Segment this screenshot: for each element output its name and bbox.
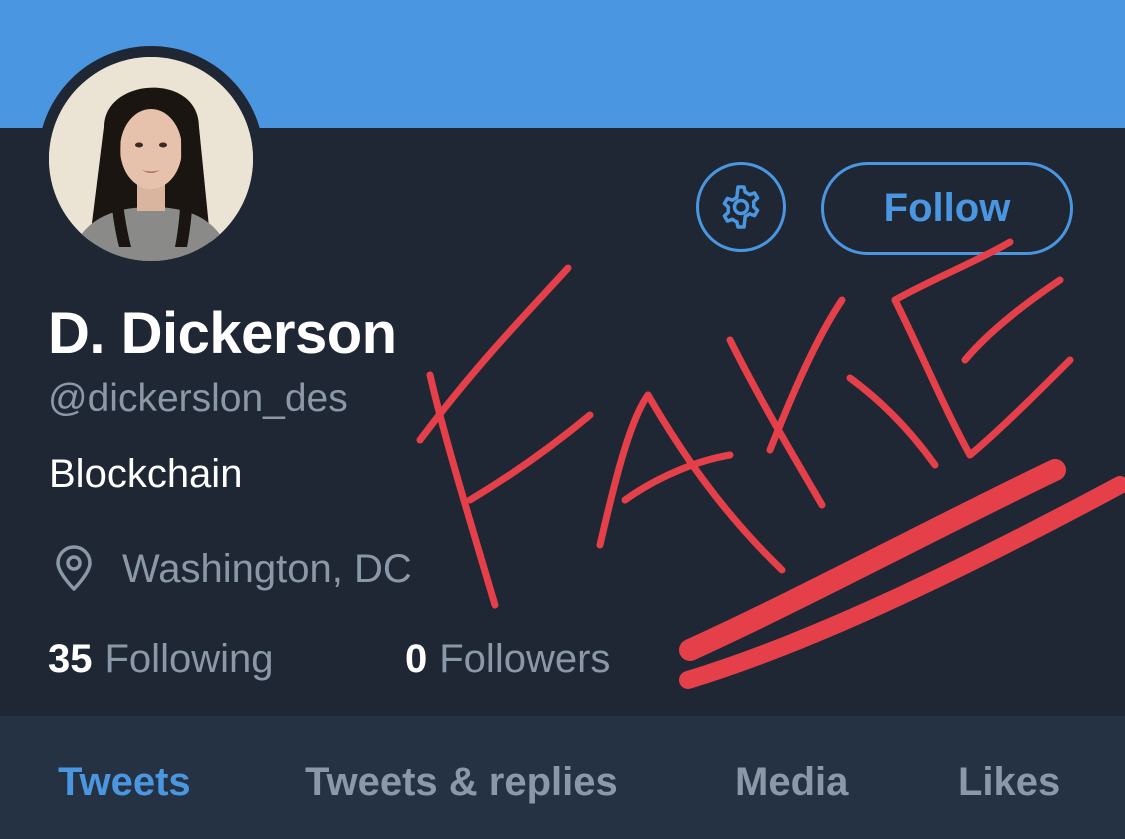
user-bio: Blockchain	[49, 452, 243, 496]
profile-screen: Follow D. Dickerson @dickerslon_des Bloc…	[0, 0, 1125, 839]
gear-icon	[722, 185, 760, 229]
avatar[interactable]	[49, 57, 253, 261]
followers-count: 0	[405, 637, 428, 681]
following-label: Following	[104, 637, 274, 681]
profile-tabs: Tweets Tweets & replies Media Likes	[0, 716, 1125, 839]
follow-button[interactable]: Follow	[821, 162, 1073, 255]
user-location: Washington, DC	[52, 545, 412, 593]
location-pin-icon	[56, 545, 92, 591]
following-stat[interactable]: 35 Following	[48, 637, 273, 682]
tab-media[interactable]: Media	[735, 760, 848, 805]
tab-tweets-replies[interactable]: Tweets & replies	[305, 760, 618, 805]
followers-label: Followers	[439, 637, 611, 681]
display-name: D. Dickerson	[48, 301, 397, 366]
settings-button[interactable]	[696, 162, 786, 252]
tab-likes[interactable]: Likes	[958, 760, 1060, 805]
avatar-photo	[49, 57, 253, 261]
followers-stat[interactable]: 0 Followers	[405, 637, 610, 682]
following-count: 35	[48, 637, 93, 681]
tab-tweets[interactable]: Tweets	[58, 760, 191, 805]
location-text: Washington, DC	[122, 546, 412, 591]
user-handle: @dickerslon_des	[48, 377, 348, 420]
